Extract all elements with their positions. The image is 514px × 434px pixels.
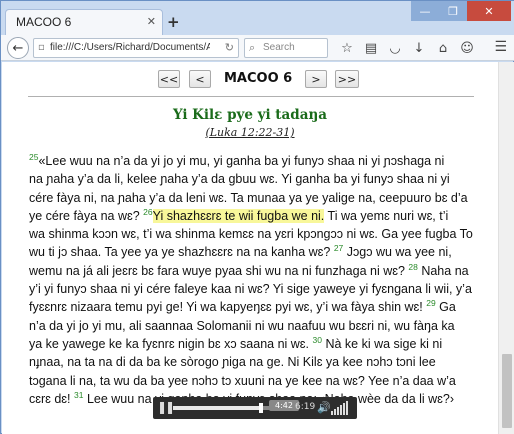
seek-bar[interactable]: 4:42 [173, 400, 299, 413]
first-chapter-button[interactable]: << [158, 70, 180, 88]
volume-icon[interactable]: 🔊 [317, 401, 331, 414]
section-heading: Yi Kilɛ pye yi tadaŋa [172, 107, 328, 123]
minimize-button[interactable]: — [411, 1, 439, 21]
text-line: n’a da yi jo yi mu, ali saannaa Solomani… [29, 318, 455, 333]
verse-number: 29 [426, 298, 436, 309]
tab-active[interactable]: MACOO 6 ✕ [5, 9, 163, 35]
verse-number: 26 [143, 206, 153, 217]
cross-reference-link[interactable]: (Luka 12:22-31) [2, 126, 498, 139]
page-icon: ▫ [38, 42, 45, 53]
text-line: 25«Lee wuu na n’a da yi jo yi mu, yi gan… [29, 151, 445, 168]
chapter-navigation: << < MACOO 6 > >> [2, 70, 498, 92]
pocket-icon[interactable]: ◡ [383, 39, 407, 57]
navigation-toolbar: ← ▫ file:///C:/Users/Richard/Documents/A… [1, 35, 514, 61]
close-tab-icon[interactable]: ✕ [147, 15, 156, 28]
text-line: tɔgana li na, ta wu da ba yee nɔhɔ tɔ xu… [29, 373, 456, 388]
back-arrow-icon[interactable]: ← [7, 37, 29, 59]
new-tab-button[interactable]: + [167, 13, 180, 31]
text-line: cére fàya ni, na ɲaha y’a da leni wɛ. Ta… [29, 190, 468, 205]
vertical-scrollbar[interactable] [498, 62, 514, 434]
maximize-button[interactable]: ❐ [439, 1, 467, 21]
seek-handle[interactable] [258, 403, 263, 413]
verse-number: 27 [333, 243, 344, 254]
seek-progress [173, 406, 261, 410]
url-bar[interactable]: ▫ file:///C:/Users/Richard/Documents/App… [33, 38, 239, 58]
text-line: fyɛɛnrɛ nizaara temu pyi ge! Yi wa kapye… [29, 298, 456, 315]
verse-number: 28 [408, 261, 418, 272]
scripture-text: 25«Lee wuu na n’a da yi jo yi mu, yi gan… [29, 152, 475, 408]
browser-window: MACOO 6 ✕ + — ❐ ✕ ← ▫ file:///C:/Users/R… [0, 0, 514, 434]
download-icon[interactable]: ↓ [407, 39, 431, 57]
toolbar-icons: ☆ ▤ ◡ ↓ ⌂ ☺ [335, 39, 479, 57]
text-line: wemu na já ali jeɛrɛ bɛ fara wuye pyaa s… [29, 261, 469, 278]
duration-label: 6:19 [295, 402, 316, 412]
chapter-title: MACOO 6 [224, 71, 293, 86]
previous-chapter-button[interactable]: < [189, 70, 211, 88]
scrollbar-thumb[interactable] [502, 354, 512, 428]
menu-icon[interactable]: ☰ [494, 39, 507, 55]
highlighted-verse: Yi shazhɛɛrɛ te wii fugba we ni. [152, 208, 325, 223]
text-line: wa shinma kɔɔn wɛ, t’i wa shinma kemɛɛ n… [29, 227, 473, 242]
audio-player: ❚❚ 4:42 6:19 🔊 [153, 397, 357, 419]
volume-slider[interactable] [331, 401, 349, 415]
reload-icon[interactable]: ↻ [225, 41, 234, 54]
close-window-button[interactable]: ✕ [467, 1, 511, 21]
text-line: ye cére fàya na wɛ? 26Yi shazhɛɛrɛ te wi… [29, 206, 449, 223]
search-icon: ⌕ [249, 41, 256, 54]
page-content: << < MACOO 6 > >> Yi Kilɛ pye yi tadaŋa … [2, 62, 498, 434]
search-placeholder: Search [263, 42, 295, 53]
pause-icon[interactable]: ❚❚ [157, 400, 175, 414]
next-chapter-button[interactable]: > [305, 70, 327, 88]
text-line: na ɲaha y’a da li, kelee ɲaha y’a da gbu… [29, 172, 450, 187]
tab-title: MACOO 6 [16, 15, 72, 29]
window-controls: — ❐ ✕ [411, 1, 511, 21]
tab-strip: MACOO 6 ✕ + — ❐ ✕ [1, 1, 514, 35]
url-text: file:///C:/Users/Richard/Documents/App B… [50, 42, 210, 53]
text-line: wu ti jɔ shaa. Ta yee ya ye shazhɛɛrɛ na… [29, 243, 452, 260]
reading-list-icon[interactable]: ▤ [359, 39, 383, 57]
text-line: nɟnaa, na ta na di da ba ke sòrogo ɲiga … [29, 355, 436, 370]
hello-icon[interactable]: ☺ [455, 39, 479, 57]
divider [28, 96, 474, 97]
text-line: ya ke yawege ke ka fyɛnrɛ nigin bɛ xɔ sa… [29, 334, 443, 351]
last-chapter-button[interactable]: >> [335, 70, 359, 88]
verse-number: 30 [312, 334, 322, 345]
home-icon[interactable]: ⌂ [431, 39, 455, 57]
search-input[interactable]: ⌕ Search [244, 38, 328, 58]
bookmark-star-icon[interactable]: ☆ [335, 39, 359, 57]
text-line: y’i yi funyɔ shaa ni yi cére faleye kaa … [29, 282, 472, 297]
